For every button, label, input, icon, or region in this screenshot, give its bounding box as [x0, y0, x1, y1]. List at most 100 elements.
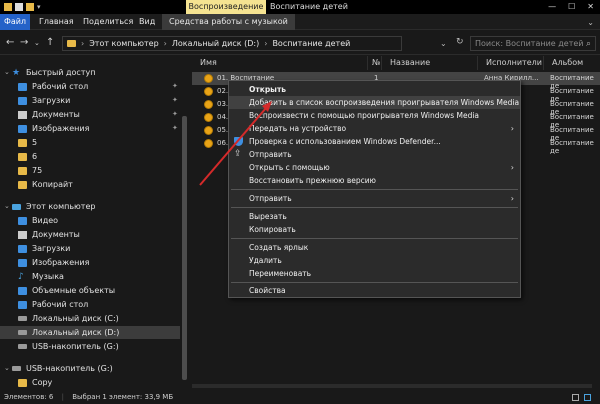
pin-icon[interactable]: ✦ [172, 82, 178, 90]
audio-file-icon [204, 113, 213, 122]
close-button[interactable]: ✕ [587, 0, 594, 14]
menu-item-open[interactable]: Открыть [229, 83, 520, 96]
minimize-button[interactable]: — [548, 0, 556, 14]
recent-locations-icon[interactable]: ⌄ [34, 39, 40, 47]
chevron-right-icon[interactable]: › [164, 39, 167, 48]
menu-item-share[interactable]: ⇪ Отправить [229, 148, 520, 161]
tab-home[interactable]: Главная [32, 14, 81, 30]
usb-drive-icon [12, 366, 21, 371]
menu-item-play-with-wmp[interactable]: Воспроизвести с помощью проигрывателя Wi… [229, 109, 520, 122]
sidebar-item-video[interactable]: Видео [0, 214, 180, 227]
menu-item-add-to-playlist[interactable]: Добавить в список воспроизведения проигр… [229, 96, 520, 109]
sidebar-scrollbar[interactable] [182, 116, 187, 380]
sidebar-item-pc-desktop[interactable]: Рабочий стол [0, 298, 180, 311]
forward-icon[interactable]: → [20, 37, 28, 48]
column-header-artists[interactable]: Исполнители [478, 56, 544, 70]
tab-share[interactable]: Поделиться [76, 14, 140, 30]
chevron-right-icon[interactable]: › [264, 39, 267, 48]
contextual-tab-playback[interactable]: Воспроизведение [186, 0, 266, 14]
column-header-name[interactable]: Имя [192, 56, 368, 70]
details-view-icon[interactable] [572, 394, 579, 401]
menu-item-label: Отправить [249, 150, 292, 159]
documents-icon [18, 110, 27, 119]
large-icons-view-icon[interactable] [584, 394, 591, 401]
sidebar-item-copy[interactable]: Copy [0, 376, 180, 389]
sidebar-item-usb-root[interactable]: USB-накопитель (G:) [0, 362, 180, 375]
tab-music-tools[interactable]: Средства работы с музыкой [162, 14, 295, 30]
sidebar-item-pc-pictures[interactable]: Изображения [0, 256, 180, 269]
sidebar-item-copywrite[interactable]: Копирайт [0, 178, 180, 191]
chevron-right-icon[interactable]: › [81, 39, 84, 48]
status-selection: Выбран 1 элемент: 33,9 МБ [72, 393, 174, 401]
sidebar-item-desktop[interactable]: Рабочий стол [0, 80, 180, 93]
sidebar-item-drive-c[interactable]: Локальный диск (C:) [0, 312, 180, 325]
expand-ribbon-icon[interactable]: ⌄ [587, 18, 594, 27]
horizontal-scrollbar[interactable] [192, 384, 592, 388]
address-dropdown-icon[interactable]: ⌄ [440, 39, 447, 48]
title-bar: ▾ Воспроизведение Воспитание детей — ☐ ✕ [0, 0, 600, 14]
sidebar-item-quick-access[interactable]: ★ Быстрый доступ [0, 66, 180, 79]
menu-item-send-to[interactable]: Отправить › [229, 192, 520, 205]
column-header-title[interactable]: Название [382, 56, 478, 70]
sidebar-item-downloads[interactable]: Загрузки [0, 94, 180, 107]
breadcrumb[interactable]: › Этот компьютер › Локальный диск (D:) ›… [62, 36, 402, 51]
sidebar-item-documents[interactable]: Документы [0, 108, 180, 121]
file-name: 05. [217, 126, 229, 134]
column-header-album[interactable]: Альбом [544, 56, 600, 70]
sidebar-item-music[interactable]: ♪ Музыка [0, 270, 180, 283]
menu-item-restore-version[interactable]: Восстановить прежнюю версию [229, 174, 520, 187]
menu-item-rename[interactable]: Переименовать [229, 267, 520, 280]
sidebar-item-label: Копирайт [32, 180, 73, 189]
column-label: Исполнители [486, 58, 542, 67]
menu-item-delete[interactable]: Удалить [229, 254, 520, 267]
new-folder-icon[interactable] [26, 3, 34, 11]
sidebar-item-pictures[interactable]: Изображения [0, 122, 180, 135]
sidebar-item-this-pc[interactable]: Этот компьютер [0, 200, 180, 213]
sidebar-item-label: Этот компьютер [26, 202, 96, 211]
menu-item-create-shortcut[interactable]: Создать ярлык [229, 241, 520, 254]
back-icon[interactable]: ← [6, 37, 14, 48]
tab-file[interactable]: Файл [0, 14, 30, 30]
breadcrumb-this-pc[interactable]: Этот компьютер [89, 39, 158, 48]
menu-item-copy[interactable]: Копировать [229, 223, 520, 236]
sidebar-item-drive-d[interactable]: Локальный диск (D:) [0, 326, 180, 339]
breadcrumb-current-folder[interactable]: Воспитание детей [272, 39, 350, 48]
sidebar-item-pc-documents[interactable]: Документы [0, 228, 180, 241]
sidebar-item-label: Локальный диск (C:) [32, 314, 119, 323]
column-header-number[interactable]: № [368, 56, 382, 70]
sidebar-item-folder-5[interactable]: 5 [0, 136, 180, 149]
sidebar-item-label: USB-накопитель (G:) [32, 342, 119, 351]
menu-item-open-with[interactable]: Открыть с помощью › [229, 161, 520, 174]
maximize-button[interactable]: ☐ [568, 0, 575, 14]
window-controls: — ☐ ✕ [548, 0, 594, 14]
properties-icon[interactable] [15, 3, 23, 11]
refresh-icon[interactable]: ↻ [456, 37, 464, 47]
menu-item-defender-scan[interactable]: Проверка с использованием Windows Defend… [229, 135, 520, 148]
sidebar-item-usb-g[interactable]: USB-накопитель (G:) [0, 340, 180, 353]
audio-file-icon [204, 87, 213, 96]
quick-access-toolbar: ▾ [4, 3, 41, 11]
breadcrumb-drive-d[interactable]: Локальный диск (D:) [172, 39, 259, 48]
menu-item-cut[interactable]: Вырезать [229, 210, 520, 223]
desktop-icon [18, 82, 27, 91]
qat-dropdown-icon[interactable]: ▾ [37, 3, 41, 11]
sidebar-item-label: Объемные объекты [32, 286, 116, 295]
sidebar-item-pc-downloads[interactable]: Загрузки [0, 242, 180, 255]
menu-item-send-to-device[interactable]: Передать на устройство › [229, 122, 520, 135]
sidebar-item-label: 75 [32, 166, 43, 175]
menu-item-properties[interactable]: Свойства [229, 284, 520, 297]
search-input[interactable]: Поиск: Воспитание детей ⌕ [470, 36, 596, 51]
sidebar-item-folder-75[interactable]: 75 [0, 164, 180, 177]
search-icon: ⌕ [585, 39, 591, 49]
pin-icon[interactable]: ✦ [172, 110, 178, 118]
pin-icon[interactable]: ✦ [172, 124, 178, 132]
pin-icon[interactable]: ✦ [172, 96, 178, 104]
tab-view[interactable]: Вид [132, 14, 162, 30]
menu-item-label: Удалить [249, 256, 282, 265]
menu-item-label: Открыть с помощью [249, 163, 330, 172]
up-icon[interactable]: ↑ [46, 37, 54, 48]
sidebar-item-folder-6[interactable]: 6 [0, 150, 180, 163]
menu-item-label: Восстановить прежнюю версию [249, 176, 376, 185]
sidebar-item-3d-objects[interactable]: Объемные объекты [0, 284, 180, 297]
share-icon: ⇪ [234, 149, 242, 159]
